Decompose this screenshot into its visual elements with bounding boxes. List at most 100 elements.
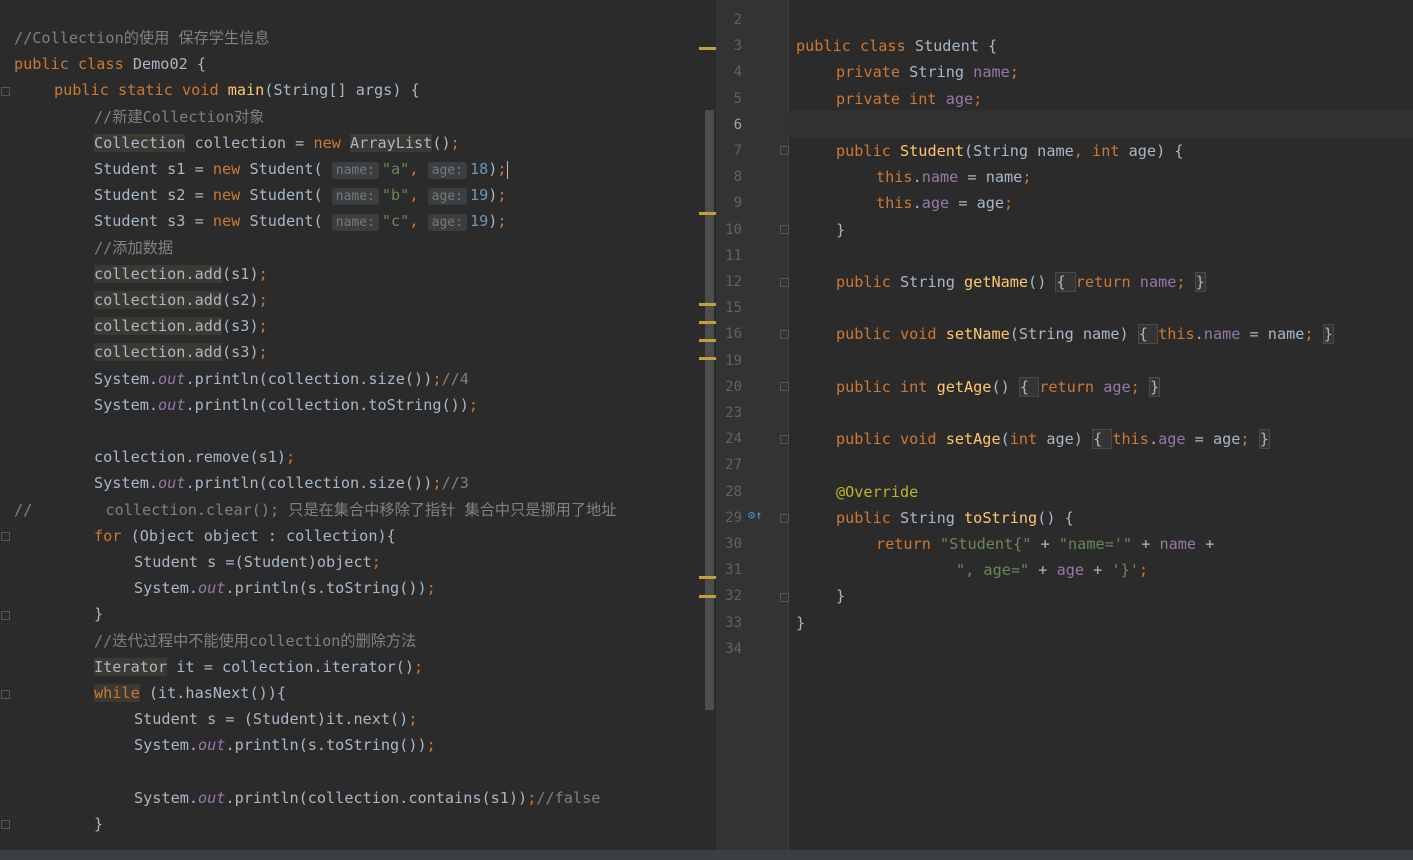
line-number[interactable]: 20 [716,374,742,400]
code-line[interactable]: collection.add(s2); [94,287,268,313]
code-line[interactable]: System.out.println(collection.size());//… [94,366,469,392]
line-number[interactable]: 11 [716,243,742,269]
code-line[interactable]: collection.add(s1); [94,261,268,287]
line-number[interactable]: 30 [716,531,742,557]
line-number[interactable]: 10 [716,217,742,243]
fold-toggle-icon[interactable] [1,820,10,829]
line-number[interactable]: 16 [716,321,742,347]
code-line[interactable]: collection.add(s3); [94,313,268,339]
code-line[interactable]: } [94,601,103,627]
fold-toggle-icon[interactable] [780,514,789,523]
line-number[interactable]: 12 [716,269,742,295]
code-line[interactable]: } [836,217,845,243]
code-line[interactable]: Student s2 = new Student( name: "b", age:… [94,182,507,208]
folded-region[interactable]: } [1148,376,1161,397]
line-number[interactable]: 24 [716,426,742,452]
code-line[interactable]: @Override [836,479,918,505]
code-line[interactable]: public class Demo02 { [14,51,206,77]
override-method-icon[interactable]: ⊙↑ [748,508,762,522]
code-line[interactable]: Student s3 = new Student( name: "c", age:… [94,208,507,234]
code-line[interactable]: public int getAge() { return age; } [836,374,1161,400]
error-stripe-marker[interactable] [699,595,716,598]
code-line[interactable]: } [94,811,103,837]
line-number[interactable]: 3 [716,33,742,59]
code-line[interactable]: Student s1 = new Student( name: "a", age:… [94,156,508,182]
error-stripe-marker[interactable] [699,47,716,50]
code-line[interactable]: public void setName(String name) { this.… [836,321,1334,347]
folded-region[interactable]: } [1258,429,1270,450]
line-number[interactable]: 6 [716,112,742,138]
code-line[interactable]: System.out.println(collection.contains(s… [134,785,600,811]
line-number[interactable]: 5 [716,86,742,112]
code-line[interactable]: //新建Collection对象 [94,104,264,130]
folded-region[interactable]: { [1055,272,1076,292]
fold-toggle-icon[interactable] [780,435,789,444]
code-line[interactable]: public String getName() { return name; } [836,269,1206,295]
editor-pane-student[interactable]: public class Student {private String nam… [789,0,1413,850]
code-line[interactable]: Student s =(Student)object; [134,549,381,575]
folded-region[interactable]: { [1092,429,1113,450]
fold-toggle-icon[interactable] [1,87,10,96]
fold-toggle-icon[interactable] [1,532,10,541]
fold-toggle-icon[interactable] [780,278,789,287]
code-line[interactable]: ", age=" + age + '}'; [956,557,1148,583]
code-line[interactable]: System.out.println(s.toString()); [134,732,436,758]
line-number[interactable]: 7 [716,138,742,164]
fold-toggle-icon[interactable] [780,382,789,391]
line-number[interactable]: 8 [716,164,742,190]
fold-toggle-icon[interactable] [780,330,789,339]
code-line[interactable]: for (Object object : collection){ [94,523,396,549]
line-number[interactable]: 31 [716,557,742,583]
code-line[interactable]: public class Student { [796,33,997,59]
line-number[interactable]: 4 [716,59,742,85]
error-stripe-marker[interactable] [699,212,716,215]
code-line[interactable]: public static void main(String[] args) { [54,77,420,103]
folded-region[interactable]: { [1137,324,1159,345]
fold-toggle-icon[interactable] [1,690,10,699]
code-line[interactable]: return "Student{" + "name='" + name + [876,531,1214,557]
line-number[interactable]: 27 [716,452,742,478]
line-number[interactable]: 23 [716,400,742,426]
line-number[interactable]: 32 [716,583,742,609]
line-number[interactable]: 29 [716,505,742,531]
line-number[interactable]: 33 [716,610,742,636]
line-number[interactable]: 9 [716,190,742,216]
line-number[interactable]: 19 [716,348,742,374]
code-line[interactable]: Collection collection = new ArrayList(); [94,130,460,156]
line-number[interactable]: 28 [716,479,742,505]
error-stripe-marker[interactable] [699,357,716,360]
error-stripe-marker[interactable] [699,576,716,579]
code-line[interactable]: } [796,610,805,636]
editor-pane-demo02[interactable]: //Collection的使用 保存学生信息 public class Demo0… [0,0,716,850]
code-line[interactable]: } [836,583,845,609]
code-line[interactable]: Student s = (Student)it.next(); [134,706,417,732]
code-line[interactable]: public void setAge(int age) { this.age =… [836,426,1270,452]
folded-region[interactable]: { [1018,376,1040,397]
code-line[interactable]: private int age; [836,86,982,112]
code-line[interactable]: collection.add(s3); [94,339,268,365]
code-line[interactable]: this.age = age; [876,190,1013,216]
fold-toggle-icon[interactable] [1,611,10,620]
error-stripe-marker[interactable] [699,321,716,324]
fold-toggle-icon[interactable] [780,225,789,234]
line-number[interactable]: 2 [716,7,742,33]
code-line[interactable]: // collection.clear(); 只是在集合中移除了指针 集合中只是… [14,497,616,523]
code-line[interactable]: //Collection的使用 保存学生信息 [14,25,270,51]
code-line[interactable]: this.name = name; [876,164,1031,190]
fold-toggle-icon[interactable] [780,593,789,602]
code-line[interactable]: System.out.println(s.toString()); [134,575,436,601]
error-stripe-marker[interactable] [699,339,716,342]
error-stripe-marker[interactable] [699,303,716,306]
code-line[interactable]: System.out.println(collection.size());//… [94,470,469,496]
folded-region[interactable]: } [1322,324,1334,345]
scrollbar-thumb[interactable] [705,110,714,710]
code-line[interactable]: //添加数据 [94,235,173,261]
code-line[interactable]: private String name; [836,59,1019,85]
folded-region[interactable]: } [1194,272,1206,292]
line-number[interactable]: 34 [716,636,742,662]
code-line[interactable]: public Student(String name, int age) { [836,138,1184,164]
code-line[interactable]: //迭代过程中不能使用collection的删除方法 [94,628,416,654]
code-line[interactable]: public String toString() { [836,505,1074,531]
line-number-gutter[interactable]: 2 3 4 5 6 7 8 9 10 11 12 15 16 19 20 23 24 27 28 29 30 31 32 33… [716,0,789,850]
code-line[interactable]: Iterator it = collection.iterator(); [94,654,423,680]
